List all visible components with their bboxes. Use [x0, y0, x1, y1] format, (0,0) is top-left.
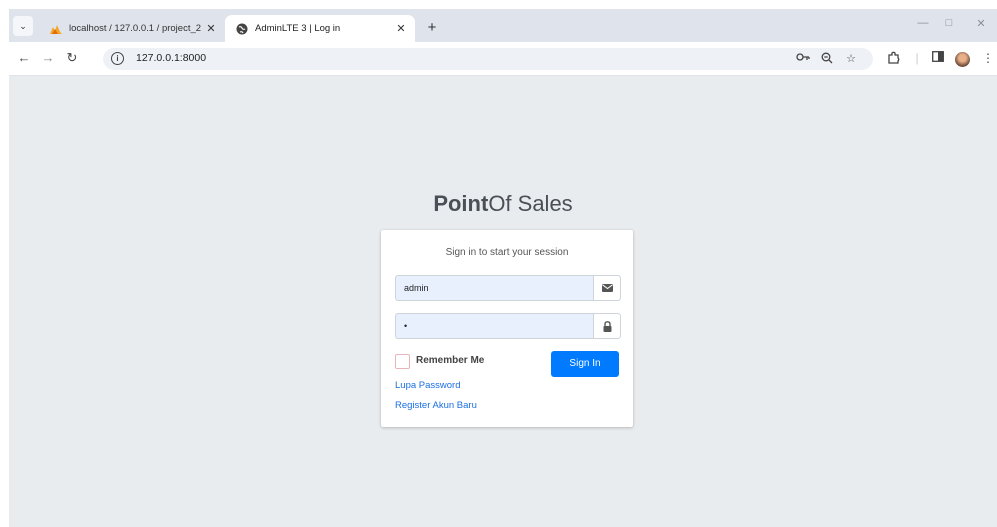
- globe-icon: [235, 22, 249, 36]
- tab-title: localhost / 127.0.0.1 / project_2: [69, 23, 202, 34]
- close-icon[interactable]: ✕: [203, 22, 219, 35]
- brand-rest: Of Sales: [488, 191, 573, 216]
- extensions-icon[interactable]: [884, 51, 902, 67]
- sidepanel-icon[interactable]: [929, 51, 947, 65]
- forward-button[interactable]: →: [39, 50, 57, 65]
- phpmyadmin-icon: [49, 22, 63, 36]
- address-bar[interactable]: i 127.0.0.1:8000 ☆: [103, 48, 873, 70]
- brand-bold: Point: [433, 191, 489, 216]
- tab-title: AdminLTE 3 | Log in: [255, 23, 341, 34]
- browser-toolbar: ← → ↻ i 127.0.0.1:8000 ☆ | ⋮: [9, 42, 997, 76]
- minimize-button[interactable]: —: [913, 17, 933, 29]
- browser-window: ⌄ localhost / 127.0.0.1 / project_2 ✕ Ad…: [0, 0, 997, 527]
- login-box-message: Sign in to start your session: [445, 247, 569, 258]
- remember-checkbox[interactable]: [395, 354, 410, 369]
- chevron-down-icon: ⌄: [19, 20, 27, 31]
- password-group: •: [395, 313, 621, 339]
- key-icon[interactable]: [795, 52, 811, 65]
- menu-kebab-icon[interactable]: ⋮: [979, 51, 997, 65]
- tab-search-button[interactable]: ⌄: [13, 16, 33, 36]
- page-content: PointOf Sales Sign in to start your sess…: [9, 76, 997, 527]
- remember-label[interactable]: Remember Me: [416, 355, 484, 366]
- zoom-icon[interactable]: [819, 52, 835, 67]
- register-link[interactable]: Register Akun Baru: [395, 400, 477, 411]
- reload-button[interactable]: ↻: [63, 50, 81, 66]
- forgot-password-link[interactable]: Lupa Password: [395, 380, 460, 391]
- new-tab-button[interactable]: +: [423, 19, 441, 36]
- url-text: 127.0.0.1:8000: [136, 52, 207, 64]
- username-input[interactable]: admin: [395, 275, 593, 301]
- tab-adminlte-login[interactable]: AdminLTE 3 | Log in ✕: [225, 15, 415, 42]
- tab-phpmyadmin[interactable]: localhost / 127.0.0.1 / project_2 ✕: [39, 15, 225, 42]
- username-group: admin: [395, 275, 621, 301]
- lock-icon: [593, 313, 621, 339]
- tab-strip: ⌄ localhost / 127.0.0.1 / project_2 ✕ Ad…: [9, 9, 997, 42]
- close-window-button[interactable]: ✕: [971, 17, 991, 30]
- close-icon[interactable]: ✕: [393, 22, 409, 35]
- back-button[interactable]: ←: [15, 50, 33, 65]
- info-icon[interactable]: i: [111, 52, 124, 65]
- restore-button[interactable]: □: [939, 17, 959, 29]
- sign-in-button[interactable]: Sign In: [551, 351, 619, 377]
- envelope-icon: [593, 275, 621, 301]
- star-icon[interactable]: ☆: [843, 52, 859, 65]
- profile-avatar[interactable]: [955, 52, 970, 67]
- toolbar-divider: |: [915, 51, 919, 65]
- login-logo[interactable]: PointOf Sales: [9, 191, 997, 217]
- login-card: Sign in to start your session admin • Re…: [381, 230, 633, 427]
- password-input[interactable]: •: [395, 313, 593, 339]
